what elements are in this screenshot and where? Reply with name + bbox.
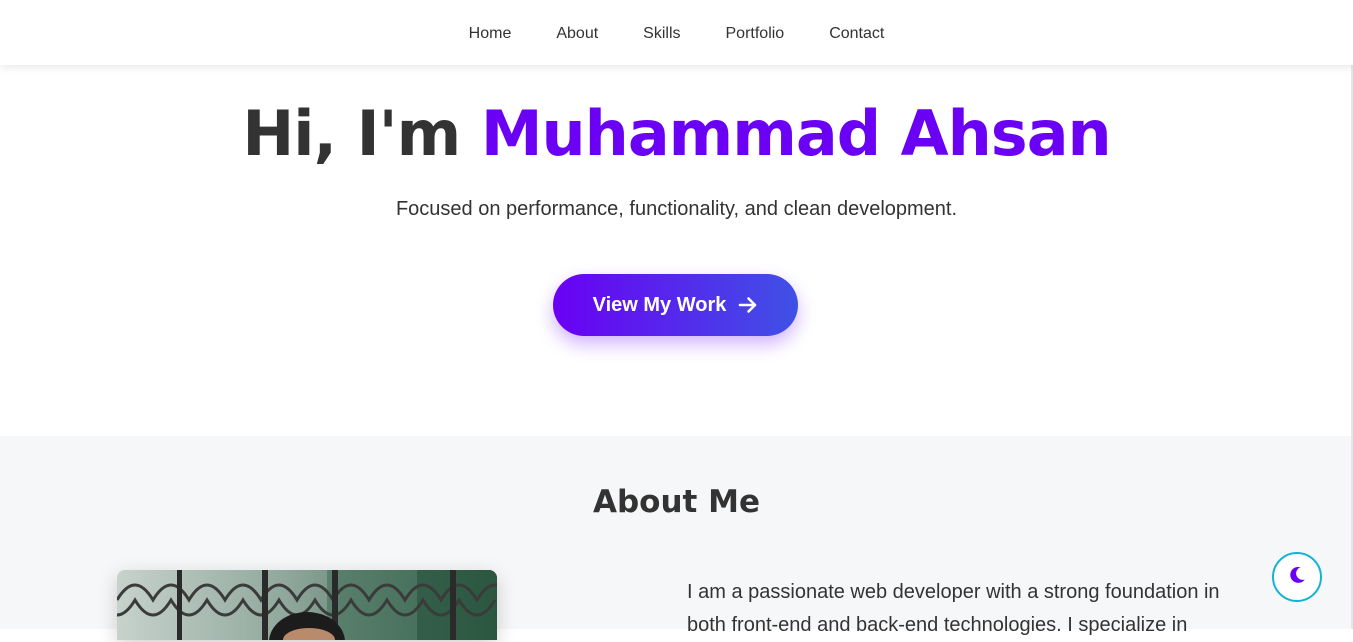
nav-about[interactable]: About <box>556 25 598 43</box>
hero-subtitle: Focused on performance, functionality, a… <box>395 198 958 220</box>
nav-portfolio[interactable]: Portfolio <box>726 25 785 43</box>
moon-icon <box>1287 565 1307 590</box>
view-my-work-label: View My Work <box>592 293 727 316</box>
about-section: About Me I am a passionate web developer… <box>0 436 1353 640</box>
arrow-right-icon <box>738 296 758 314</box>
theme-toggle-button[interactable] <box>1272 552 1322 602</box>
hero-title: Hi, I'm Muhammad Ahsan <box>0 97 1353 170</box>
navbar: Home About Skills Portfolio Contact <box>0 0 1353 65</box>
hero-greeting: Hi, I'm <box>242 97 481 170</box>
nav-home[interactable]: Home <box>469 25 512 43</box>
profile-photo <box>117 570 497 640</box>
hero-name: Muhammad Ahsan <box>480 97 1112 170</box>
hero-section: Hi, I'm Muhammad Ahsan Focused on perfor… <box>0 65 1353 436</box>
nav-contact[interactable]: Contact <box>829 25 884 43</box>
view-my-work-button[interactable]: View My Work <box>553 274 798 336</box>
about-paragraph: I am a passionate web developer with a s… <box>687 581 1220 636</box>
nav-skills[interactable]: Skills <box>643 25 680 43</box>
nav-links: Home About Skills Portfolio Contact <box>469 23 885 43</box>
about-title: About Me <box>592 484 761 520</box>
